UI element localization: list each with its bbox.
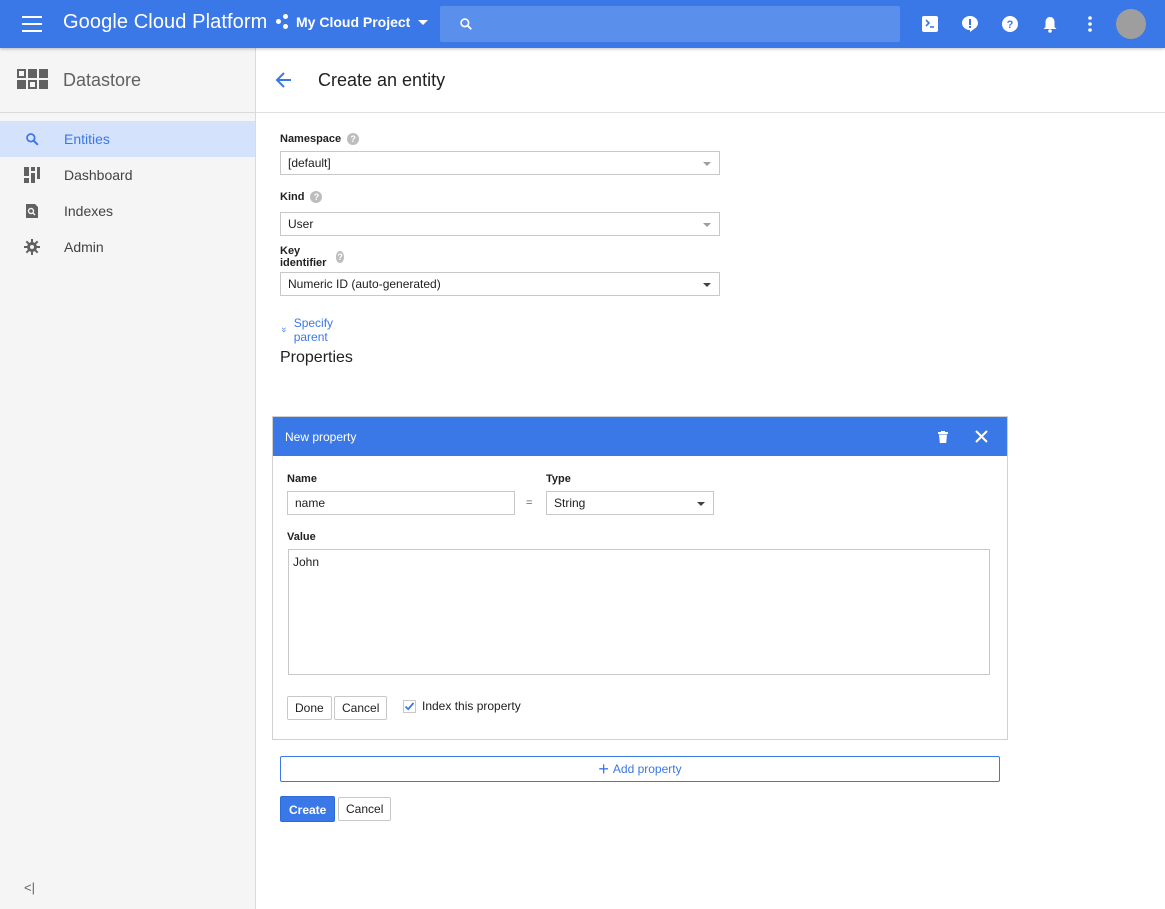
cancel-property-button[interactable]: Cancel xyxy=(334,696,388,720)
project-selector[interactable]: My Cloud Project xyxy=(276,14,429,30)
sidebar-item-entities[interactable]: Entities xyxy=(0,121,255,157)
search-icon xyxy=(460,18,472,30)
key-identifier-label-text: Key identifier xyxy=(280,245,327,269)
specify-parent-label: Specify parent xyxy=(293,316,334,344)
property-card: New property Name name = Type String Val… xyxy=(272,416,1008,740)
namespace-label: Namespace ? xyxy=(280,132,360,146)
top-app-bar: Google Cloud Platform My Cloud Project ? xyxy=(0,0,1165,48)
kind-label-text: Kind xyxy=(280,191,305,203)
sidebar: Datastore Entities Dashboard Indexes Adm… xyxy=(0,48,256,909)
search-icon xyxy=(23,130,41,148)
top-icons: ? xyxy=(910,0,1165,48)
namespace-value: [default] xyxy=(288,156,331,170)
kind-select[interactable]: User xyxy=(280,212,720,236)
create-button[interactable]: Create xyxy=(280,796,336,822)
back-arrow-icon[interactable] xyxy=(275,71,293,89)
plus-icon: + xyxy=(598,759,609,779)
help-icon[interactable]: ? xyxy=(310,191,323,203)
chevron-down-icon xyxy=(703,162,711,166)
property-name-label: Name xyxy=(287,473,317,485)
property-value-label: Value xyxy=(287,531,316,543)
project-dots-icon xyxy=(276,14,292,30)
sidebar-header: Datastore xyxy=(0,48,255,113)
sidebar-item-label: Entities xyxy=(64,131,110,147)
collapse-sidebar-button[interactable]: <| xyxy=(24,880,35,895)
delete-icon[interactable] xyxy=(928,417,958,456)
datastore-product-icon xyxy=(17,69,49,91)
property-type-select[interactable]: String xyxy=(546,491,714,515)
svg-text:?: ? xyxy=(1007,19,1014,31)
namespace-label-text: Namespace xyxy=(280,133,342,145)
property-card-title: New property xyxy=(285,429,357,444)
chevron-down-icon xyxy=(703,283,711,287)
index-property-checkbox[interactable]: Index this property xyxy=(403,699,521,713)
property-type-label: Type xyxy=(546,473,571,485)
property-name-input[interactable]: name xyxy=(287,491,515,515)
property-type-value: String xyxy=(554,496,586,510)
sidebar-item-label: Admin xyxy=(64,239,104,255)
done-button[interactable]: Done xyxy=(287,696,332,720)
namespace-select[interactable]: [default] xyxy=(280,151,720,175)
close-icon[interactable] xyxy=(966,417,996,456)
kind-label: Kind ? xyxy=(280,190,323,204)
specify-parent-link[interactable]: Specify parent xyxy=(281,316,337,344)
indexes-icon xyxy=(23,202,41,220)
properties-title: Properties xyxy=(280,349,353,366)
add-property-label: Add property xyxy=(612,762,682,776)
project-name: My Cloud Project xyxy=(296,14,411,30)
kind-value: User xyxy=(288,217,314,231)
add-property-button[interactable]: + Add property xyxy=(280,756,1000,782)
property-value-textarea[interactable]: John xyxy=(288,549,990,675)
menu-icon[interactable] xyxy=(22,16,42,32)
page-title: Create an entity xyxy=(318,69,446,90)
chevron-down-icon xyxy=(697,502,705,506)
help-icon[interactable]: ? xyxy=(990,0,1030,48)
avatar[interactable] xyxy=(1116,9,1146,39)
sidebar-item-admin[interactable]: Admin xyxy=(0,229,255,265)
brand-title[interactable]: Google Cloud Platform xyxy=(63,11,267,34)
sidebar-item-label: Dashboard xyxy=(64,167,133,183)
chevron-down-icon xyxy=(418,19,429,25)
help-icon[interactable]: ? xyxy=(347,133,360,145)
equals-sign: = xyxy=(526,497,533,509)
sidebar-item-indexes[interactable]: Indexes xyxy=(0,193,255,229)
key-identifier-label: Key identifier ? xyxy=(280,245,345,269)
product-title: Datastore xyxy=(63,69,142,90)
notification-alert-icon[interactable] xyxy=(950,0,990,48)
bell-icon[interactable] xyxy=(1030,0,1070,48)
chevron-down-icon xyxy=(703,223,711,227)
search-input[interactable] xyxy=(440,6,900,42)
main-content: Create an entity Namespace ? [default] K… xyxy=(256,48,1165,909)
page-header: Create an entity xyxy=(256,48,1165,113)
sidebar-item-dashboard[interactable]: Dashboard xyxy=(0,157,255,193)
more-vert-icon[interactable] xyxy=(1070,0,1110,48)
property-card-header: New property xyxy=(273,417,1007,456)
sidebar-item-label: Indexes xyxy=(64,203,114,219)
gear-icon xyxy=(23,238,41,256)
dashboard-icon xyxy=(23,166,41,184)
index-property-label: Index this property xyxy=(422,699,521,713)
cloud-shell-icon[interactable] xyxy=(910,0,950,48)
key-identifier-value: Numeric ID (auto-generated) xyxy=(288,277,441,291)
double-chevron-down-icon xyxy=(281,327,286,333)
help-icon[interactable]: ? xyxy=(335,251,345,263)
sidebar-nav: Entities Dashboard Indexes Admin xyxy=(0,121,255,265)
checkbox-checked-icon xyxy=(403,699,416,713)
cancel-button[interactable]: Cancel xyxy=(338,797,392,821)
key-identifier-select[interactable]: Numeric ID (auto-generated) xyxy=(280,272,720,296)
